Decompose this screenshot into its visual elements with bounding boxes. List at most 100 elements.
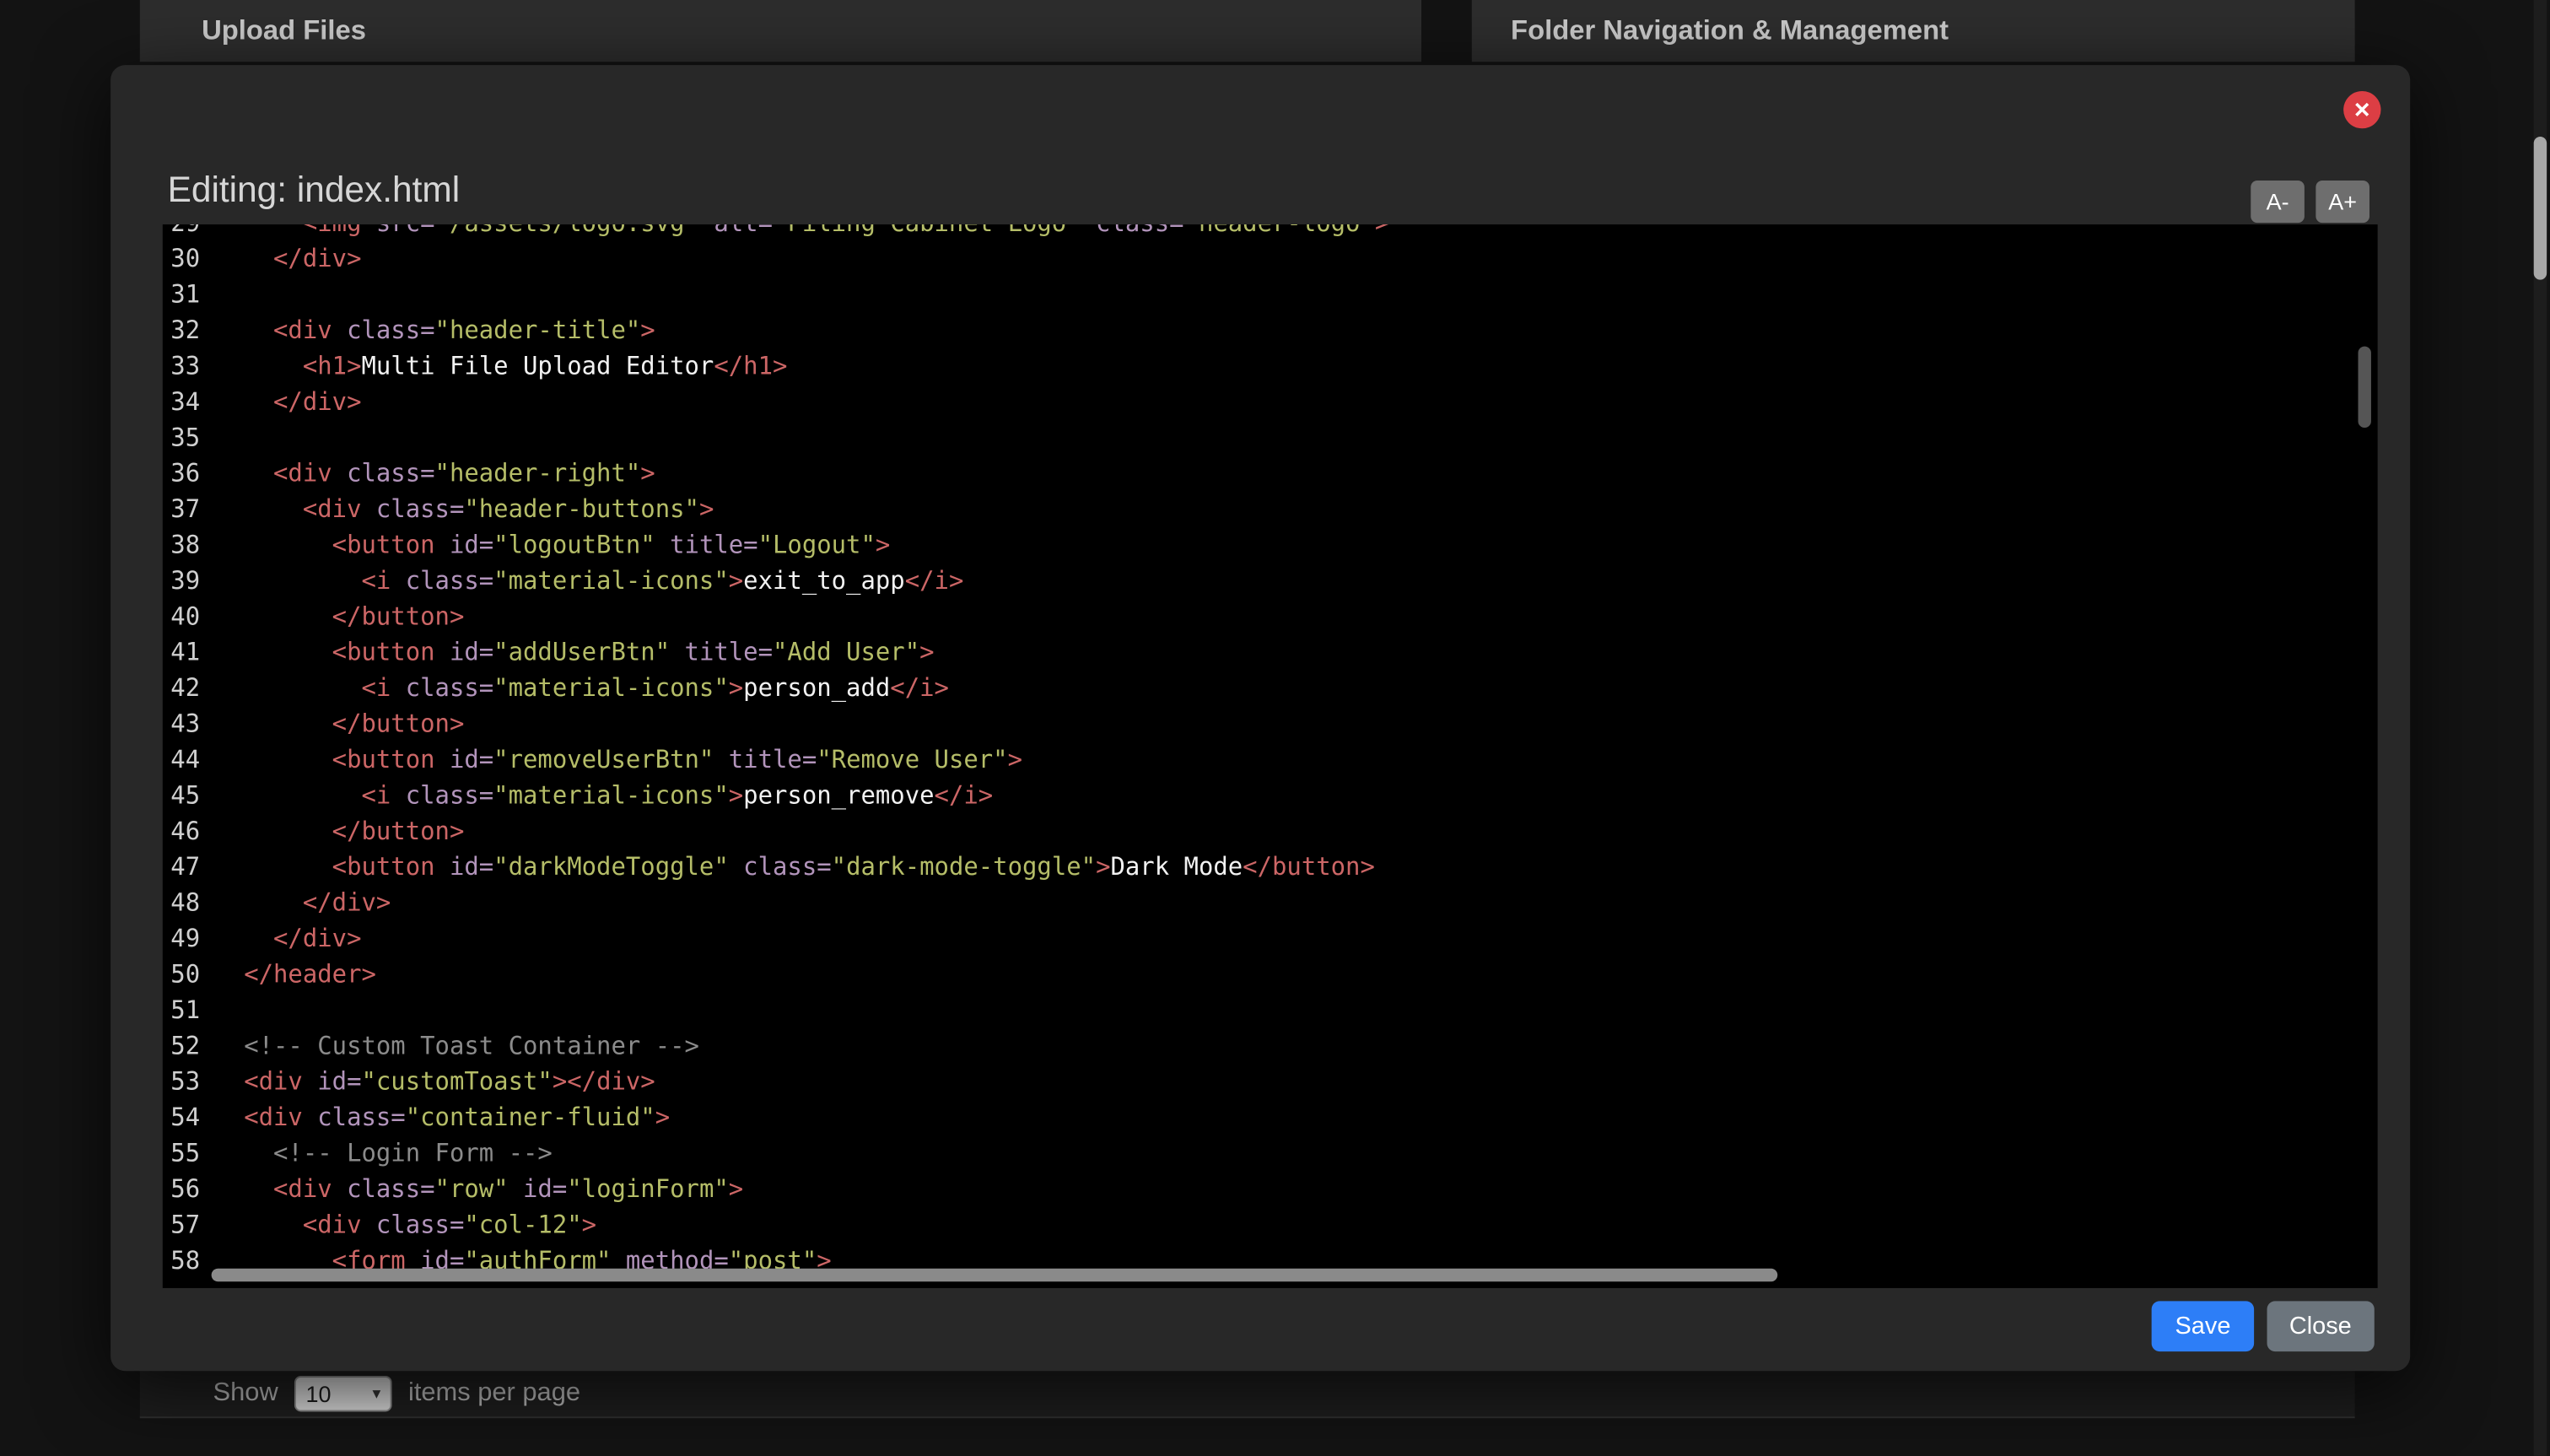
- line-number: 29: [163, 224, 200, 240]
- code-line-content: <i class="material-icons">exit_to_app</i…: [244, 563, 963, 598]
- token-attr: title=: [655, 531, 758, 560]
- token-tag: </button>: [332, 601, 465, 631]
- token-tag: <div: [273, 459, 332, 488]
- code-line: 31: [163, 277, 2378, 312]
- token-str: "Logout": [758, 531, 876, 560]
- code-line: 48 </div>: [163, 885, 2378, 920]
- line-number: 37: [163, 491, 200, 526]
- token-tag: <i: [361, 673, 391, 703]
- line-number: 32: [163, 312, 200, 348]
- token-str: "customToast": [361, 1067, 552, 1097]
- pagination-show-label: Show: [213, 1379, 278, 1409]
- editor-vertical-scrollbar-thumb[interactable]: [2358, 347, 2370, 428]
- token-ws: [244, 1210, 303, 1239]
- token-attr: class=: [391, 673, 493, 703]
- token-ws: [244, 638, 332, 667]
- code-line-content: <div id="customToast"></div>: [244, 1064, 655, 1099]
- code-line: 55 <!-- Login Form -->: [163, 1135, 2378, 1171]
- token-ws: [244, 709, 332, 739]
- token-str: "/assets/logo.svg": [435, 224, 699, 237]
- token-str: "loginForm": [567, 1174, 729, 1204]
- line-number: 44: [163, 741, 200, 777]
- token-tag: <button: [332, 745, 435, 774]
- token-str: "header-title": [435, 315, 641, 345]
- token-ws: [244, 1139, 273, 1168]
- token-str: "header-logo": [1184, 224, 1375, 237]
- line-number: 33: [163, 348, 200, 384]
- panel-header-upload-files: Upload Files: [140, 0, 1421, 62]
- modal-title: Editing: index.html: [168, 170, 461, 212]
- token-tag: <i: [361, 780, 391, 810]
- font-increase-button[interactable]: A+: [2315, 181, 2369, 223]
- code-line: 38 <button id="logoutBtn" title="Logout"…: [163, 527, 2378, 563]
- code-line: 54<div class="container-fluid">: [163, 1099, 2378, 1135]
- code-line-content: <div class="header-buttons">: [244, 491, 714, 526]
- token-str: "material-icons": [493, 780, 729, 810]
- screen: Upload Files Folder Navigation & Managem…: [0, 0, 2550, 1455]
- token-tag: >: [640, 315, 655, 345]
- code-line: 41 <button id="addUserBtn" title="Add Us…: [163, 634, 2378, 670]
- token-tag: >: [582, 1210, 596, 1239]
- token-tag: </div>: [303, 888, 391, 918]
- page-scrollbar[interactable]: [2534, 0, 2547, 1455]
- token-ws: [244, 673, 361, 703]
- line-number: 40: [163, 598, 200, 634]
- line-number: 52: [163, 1027, 200, 1063]
- edit-file-modal: ✕ Editing: index.html A- A+ 29 <img src=…: [111, 65, 2410, 1371]
- token-txt: Dark Mode: [1110, 852, 1243, 882]
- code-line-content: <div class="header-title">: [244, 312, 655, 348]
- code-line-content: <div class="col-12">: [244, 1207, 596, 1243]
- line-number: 41: [163, 634, 200, 670]
- editor-horizontal-scrollbar[interactable]: [163, 1269, 2378, 1283]
- token-tag: </button>: [332, 709, 465, 739]
- modal-close-icon[interactable]: ✕: [2343, 91, 2380, 128]
- token-ws: [244, 745, 332, 774]
- line-number: 49: [163, 920, 200, 956]
- code-line: 33 <h1>Multi File Upload Editor</h1>: [163, 348, 2378, 384]
- token-tag: <button: [332, 531, 435, 560]
- token-attr: class=: [332, 459, 435, 488]
- code-line: 30 </div>: [163, 240, 2378, 276]
- line-number: 36: [163, 456, 200, 491]
- code-line: 50</header>: [163, 957, 2378, 992]
- code-line: 29 <img src="/assets/logo.svg" alt="Fili…: [163, 224, 2378, 240]
- token-attr: class=: [361, 1210, 464, 1239]
- token-ws: [244, 494, 303, 524]
- token-tag: </h1>: [714, 351, 787, 380]
- token-attr: class=: [332, 315, 435, 345]
- line-number: 31: [163, 277, 200, 312]
- code-line: 40 </button>: [163, 598, 2378, 634]
- token-attr: src=: [361, 224, 434, 237]
- modal-actions: Save Close: [2152, 1301, 2374, 1351]
- editor-vertical-scrollbar[interactable]: [2358, 224, 2372, 1288]
- token-attr: class=: [729, 852, 832, 882]
- token-attr: class=: [361, 494, 464, 524]
- code-line-content: </div>: [244, 384, 361, 419]
- token-tag: </div>: [273, 244, 361, 273]
- items-per-page-select[interactable]: 10 ▾: [294, 1376, 392, 1411]
- token-tag: <div: [303, 1210, 362, 1239]
- code-line: 47 <button id="darkModeToggle" class="da…: [163, 849, 2378, 884]
- token-tag: >: [729, 780, 743, 810]
- save-button[interactable]: Save: [2152, 1301, 2253, 1351]
- line-number: 42: [163, 670, 200, 705]
- token-tag: >: [729, 1174, 743, 1204]
- code-line-content: <div class="container-fluid">: [244, 1099, 670, 1135]
- token-attr: id=: [303, 1067, 362, 1097]
- panel-header-folder-navigation: Folder Navigation & Management: [1472, 0, 2355, 62]
- token-attr: class=: [1081, 224, 1184, 237]
- font-decrease-button[interactable]: A-: [2251, 181, 2305, 223]
- line-number: 38: [163, 527, 200, 563]
- token-str: "container-fluid": [406, 1103, 655, 1132]
- select-caret-icon: ▾: [372, 1385, 380, 1403]
- token-attr: id=: [435, 531, 494, 560]
- close-button[interactable]: Close: [2267, 1301, 2375, 1351]
- code-lines: 29 <img src="/assets/logo.svg" alt="Fili…: [163, 224, 2378, 1278]
- page-scrollbar-thumb[interactable]: [2534, 137, 2547, 280]
- code-editor[interactable]: 29 <img src="/assets/logo.svg" alt="Fili…: [163, 224, 2378, 1288]
- line-number: 47: [163, 849, 200, 884]
- code-line-content: </button>: [244, 813, 464, 849]
- token-txt: Multi File Upload Editor: [361, 351, 714, 380]
- editor-horizontal-scrollbar-thumb[interactable]: [212, 1269, 1778, 1281]
- token-str: "removeUserBtn": [493, 745, 714, 774]
